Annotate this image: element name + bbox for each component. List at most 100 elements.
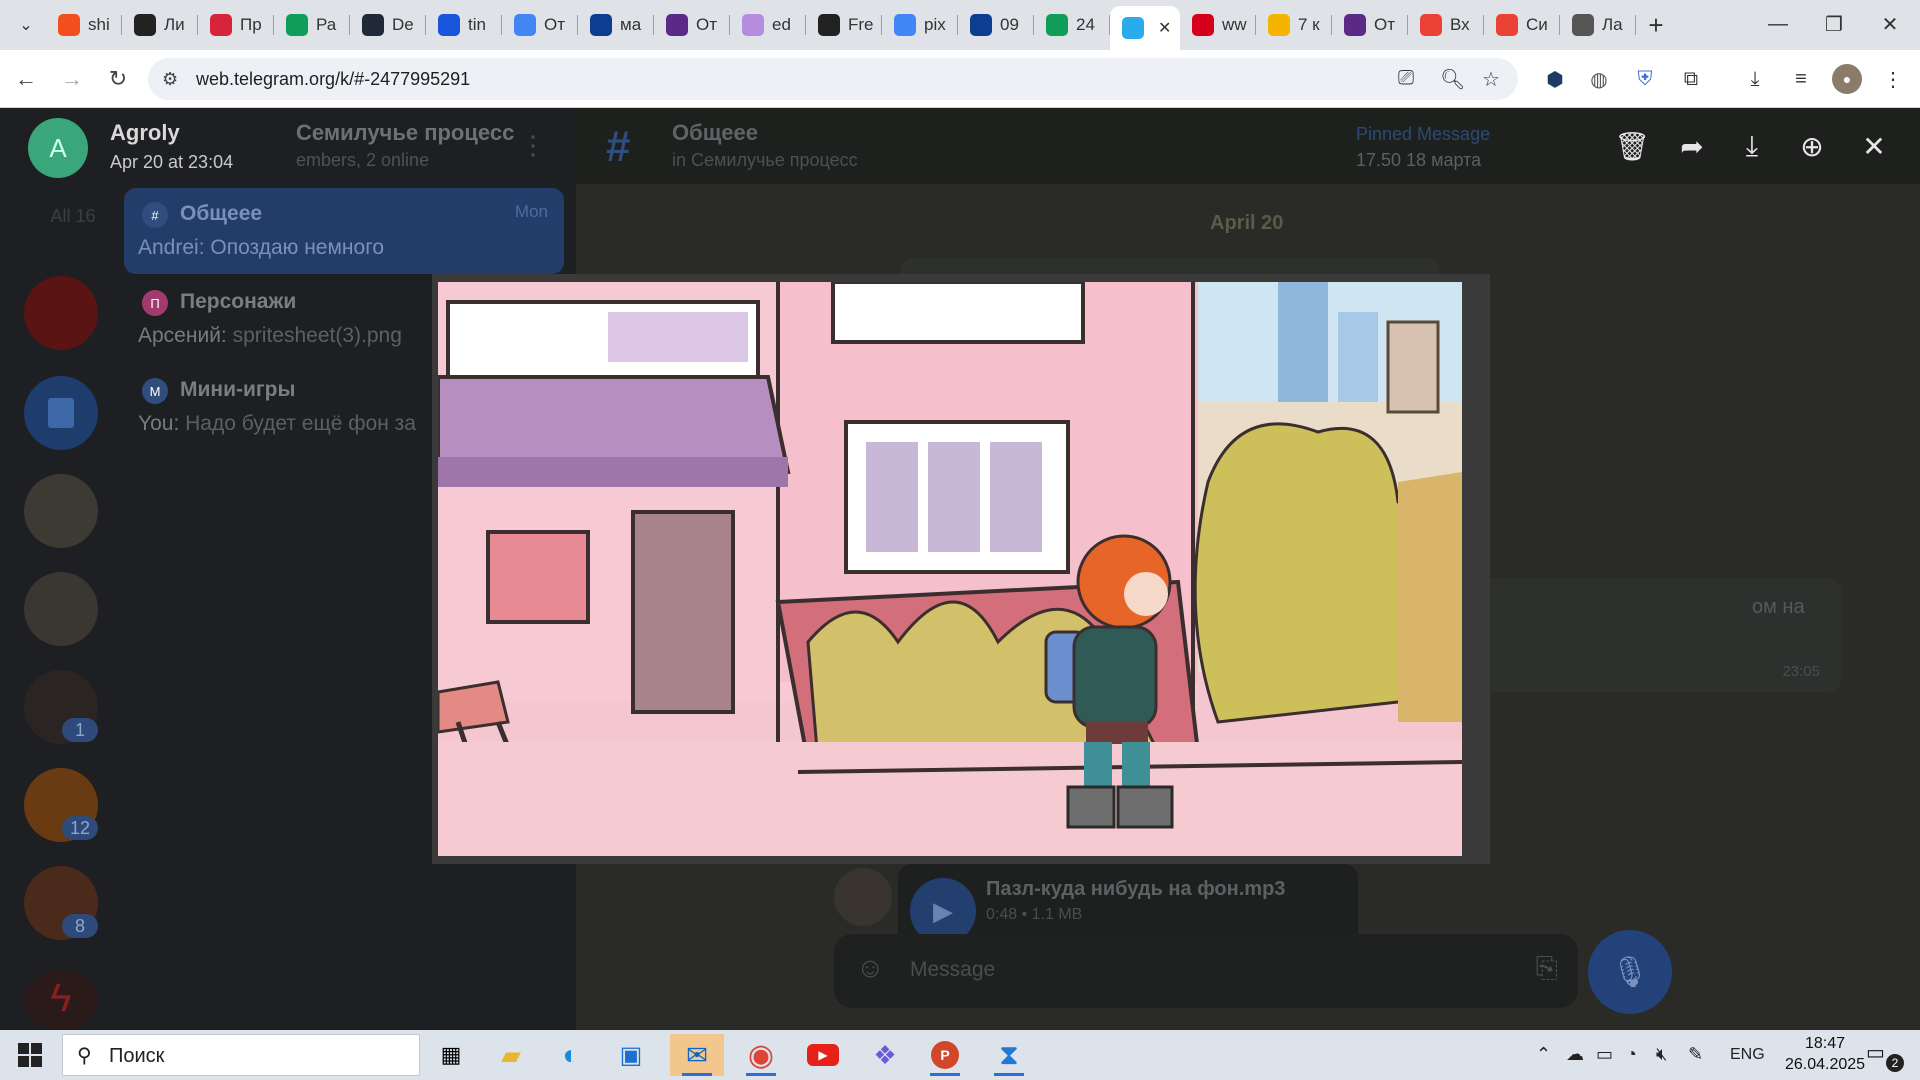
url-text[interactable]: web.telegram.org/k/#-2477995291 (196, 69, 470, 90)
arrow-left-icon: ← (15, 66, 37, 91)
start-button[interactable] (8, 1036, 52, 1074)
d-icon (970, 14, 992, 36)
deepseek-icon (362, 14, 384, 36)
browser-tab[interactable]: Си (1484, 5, 1560, 45)
delete-button[interactable]: 🗑︎ (1610, 124, 1654, 168)
download-icon[interactable]: ⤓ (1740, 64, 1770, 94)
chat-avatar-2[interactable] (24, 376, 98, 450)
battery-icon[interactable]: ▭ (1596, 1044, 1613, 1065)
folders-rail: All 16 1 12 8 ϟ (0, 108, 120, 1030)
file-explorer-app[interactable]: ▰ (484, 1034, 538, 1076)
topic-item[interactable]: # Общеее Andrei: Опоздаю немного Mon (124, 188, 564, 274)
attach-icon[interactable]: ⎘ (1536, 952, 1558, 985)
author-avatar[interactable]: A (28, 118, 88, 178)
minimize-button[interactable]: — (1750, 0, 1806, 48)
browser-tab[interactable]: pix (882, 5, 958, 45)
browser-tab[interactable]: 7 к (1256, 5, 1332, 45)
vscode-app[interactable]: ⧗ (982, 1034, 1036, 1076)
extension-planet-icon[interactable]: ◍ (1584, 64, 1614, 94)
install-app-icon[interactable]: ⎚ (1398, 67, 1414, 90)
download-button[interactable]: ⤓ (1730, 124, 1774, 168)
outlook-app[interactable]: ✉ (670, 1034, 724, 1076)
extension-hex-icon[interactable]: ⬢ (1540, 64, 1570, 94)
topic-icon: П (142, 290, 168, 316)
browser-menu-icon[interactable]: ⋮ (1878, 64, 1908, 94)
pinned-message-text[interactable]: 17.50 18 марта (1356, 150, 1481, 171)
browser-tab[interactable]: От (1332, 5, 1408, 45)
volume-muted-icon[interactable]: 🔇︎ (1656, 1044, 1667, 1065)
pinned-message-label[interactable]: Pinned Message (1356, 124, 1490, 145)
browser-tab[interactable]: Вх (1408, 5, 1484, 45)
copilot-app[interactable]: ❖ (858, 1034, 912, 1076)
message-input[interactable]: Message (910, 958, 995, 982)
store-app[interactable]: ▣ (604, 1034, 658, 1076)
browser-tab[interactable]: 09 (958, 5, 1034, 45)
close-window-button[interactable]: ✕ (1862, 0, 1918, 48)
browser-tab[interactable]: Ла (1560, 5, 1636, 45)
youtube-app[interactable]: ▶ (796, 1034, 850, 1076)
site-settings-icon[interactable]: ⚙ (162, 69, 178, 90)
extensions-puzzle-icon[interactable]: ⧉ (1676, 64, 1706, 94)
emoji-icon[interactable]: ☺ (856, 952, 885, 984)
tab-strip: ⌄ shi Ли Пр Ра De tin От ма От ed Fre pix 09 24 ✕ ww 7 к… (0, 0, 1920, 50)
wifi-icon[interactable]: ◔ (1626, 1044, 1637, 1065)
browser-tab[interactable]: ww (1180, 5, 1256, 45)
message-composer[interactable]: ☺ Message ⎘ (834, 934, 1578, 1008)
taskbar-search[interactable]: ⚲ Поиск (62, 1034, 420, 1076)
zoom-icon[interactable]: 🔍︎ (1440, 67, 1465, 92)
forward-button[interactable]: → (56, 63, 88, 95)
tray-overflow-icon[interactable]: ⌃ (1536, 1044, 1551, 1065)
browser-tab[interactable]: 24 (1034, 5, 1110, 45)
browser-tab[interactable]: De (350, 5, 426, 45)
gmail-icon (1496, 14, 1518, 36)
onedrive-icon[interactable]: ☁ (1566, 1044, 1584, 1065)
extension-shield-icon[interactable]: ⛨ (1630, 64, 1660, 94)
browser-tab[interactable]: Ли (122, 5, 198, 45)
voice-record-button[interactable]: 🎙︎ (1588, 930, 1672, 1014)
message-bubble[interactable]: ом на 23:05 (1442, 578, 1842, 692)
pen-icon[interactable]: ✎ (1688, 1044, 1703, 1065)
sender-avatar[interactable] (834, 868, 892, 926)
browser-tab[interactable]: ✕ (1110, 6, 1180, 50)
zoom-button[interactable]: ⊕ (1790, 124, 1834, 168)
media-control-icon[interactable]: ≡ (1786, 64, 1816, 94)
browser-tab[interactable]: От (654, 5, 730, 45)
media-image[interactable] (438, 282, 1462, 856)
task-view-button[interactable]: ▦ (424, 1034, 478, 1076)
forward-button[interactable]: ➦ (1670, 124, 1714, 168)
reload-button[interactable]: ↻ (102, 63, 134, 95)
browser-tab[interactable]: Fre (806, 5, 882, 45)
powerpoint-app[interactable]: P (918, 1034, 972, 1076)
close-tab-icon[interactable]: ✕ (1158, 18, 1171, 38)
browser-tab[interactable]: Ра (274, 5, 350, 45)
clock-time[interactable]: 18:47 (1790, 1035, 1860, 1053)
browser-tab[interactable]: ма (578, 5, 654, 45)
clock-date[interactable]: 26.04.2025 (1776, 1056, 1874, 1074)
chat-avatar-3[interactable] (24, 474, 98, 548)
browser-tab[interactable]: Пр (198, 5, 274, 45)
chrome-app[interactable]: ◉ (734, 1034, 788, 1076)
browser-tab[interactable]: ed (730, 5, 806, 45)
browser-tab[interactable]: От (502, 5, 578, 45)
forward-arrow-icon: ➦ (1680, 130, 1704, 162)
browser-tab[interactable]: tin (426, 5, 502, 45)
folder-icon: ▰ (501, 1039, 521, 1070)
profile-avatar[interactable]: ● (1832, 64, 1862, 94)
edge-app[interactable]: ◐ (544, 1034, 598, 1076)
new-tab-button[interactable]: + (1636, 5, 1676, 45)
tab-search-button[interactable]: ⌄ (6, 5, 46, 45)
language-indicator[interactable]: ENG (1730, 1046, 1765, 1064)
maximize-button[interactable]: ❐ (1806, 0, 1862, 48)
more-vertical-icon[interactable]: ⋮ (520, 130, 546, 161)
close-viewer-button[interactable]: ✕ (1852, 124, 1896, 168)
chat-avatar-4[interactable] (24, 572, 98, 646)
chat-avatar-8[interactable]: ϟ (24, 970, 98, 1030)
omnibox[interactable]: ⚙ web.telegram.org/k/#-2477995291 ⎚ 🔍︎ ☆ (148, 58, 1518, 100)
bookmark-star-icon[interactable]: ☆ (1482, 67, 1500, 92)
back-button[interactable]: ← (10, 63, 42, 95)
media-author[interactable]: Agroly (110, 120, 180, 146)
browser-tab[interactable]: shi (46, 5, 122, 45)
chat-avatar-1[interactable] (24, 276, 98, 350)
all-chats-badge[interactable]: All 16 (38, 204, 108, 228)
chat-header[interactable]: # Общеее in Семилучье процесс Pinned Mes… (576, 108, 1920, 184)
